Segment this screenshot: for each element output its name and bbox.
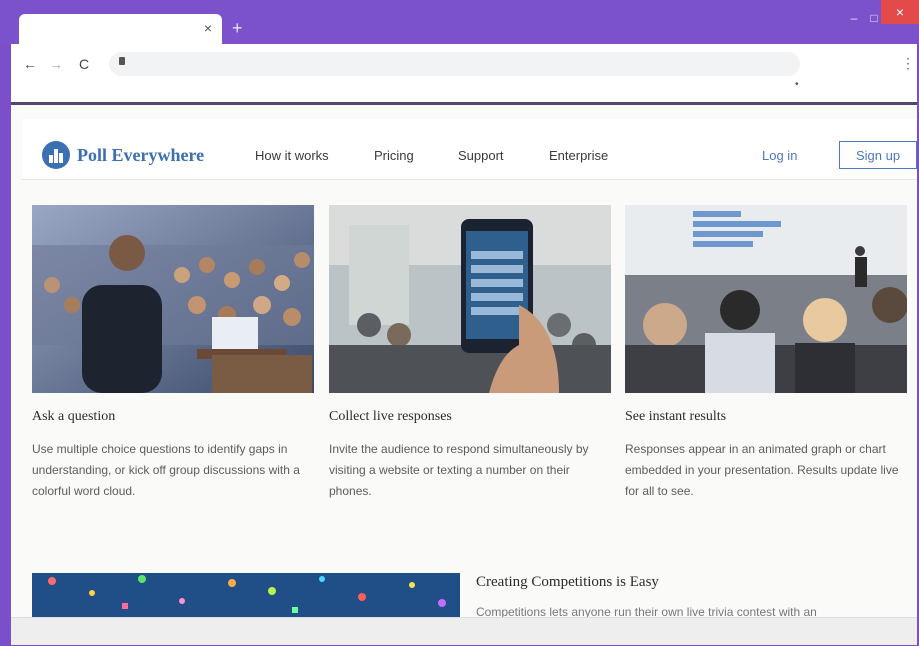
nav-how-it-works[interactable]: How it works <box>255 148 329 163</box>
card-title-ask: Ask a question <box>32 409 116 424</box>
close-window-button[interactable]: × <box>881 0 919 24</box>
browser-toolbar: ← → C ⋮ • <box>11 44 917 102</box>
competitions-image <box>32 573 460 617</box>
instant-results-image <box>625 205 907 393</box>
site-header: Poll Everywhere How it works Pricing Sup… <box>22 119 917 180</box>
window-border-left <box>0 44 11 646</box>
reload-icon[interactable]: C <box>75 55 93 73</box>
tab-close-icon[interactable]: × <box>204 20 212 36</box>
competitions-desc: Competitions lets anyone run their own l… <box>476 605 817 617</box>
card-title-results: See instant results <box>625 409 727 424</box>
browser-tab[interactable]: × <box>19 14 222 44</box>
nav-pricing[interactable]: Pricing <box>374 148 414 163</box>
minimize-button[interactable]: – <box>846 10 862 26</box>
card-title-collect: Collect live responses <box>329 409 452 424</box>
forward-icon[interactable]: → <box>47 55 65 73</box>
card-desc-results: Responses appear in an animated graph or… <box>625 442 899 498</box>
title-bar: × + – □ × <box>0 0 919 44</box>
competitions-title: Creating Competitions is Easy <box>476 574 659 590</box>
bookmark-indicator: • <box>795 79 799 90</box>
signup-button[interactable]: Sign up <box>839 141 917 169</box>
card-desc-collect: Invite the audience to respond simultane… <box>329 442 589 498</box>
logo-icon[interactable] <box>42 141 70 169</box>
card-desc-ask: Use multiple choice questions to identif… <box>32 442 300 498</box>
back-icon[interactable]: ← <box>21 55 39 73</box>
brand-logo[interactable]: Poll Everywhere <box>77 145 204 166</box>
maximize-button[interactable]: □ <box>866 10 882 26</box>
new-tab-button[interactable]: + <box>232 19 243 37</box>
nav-enterprise[interactable]: Enterprise <box>549 148 608 163</box>
status-bar <box>11 617 917 645</box>
kebab-menu-icon[interactable]: ⋮ <box>901 54 915 72</box>
ask-question-image <box>32 205 314 393</box>
login-link[interactable]: Log in <box>762 148 797 163</box>
nav-support[interactable]: Support <box>458 148 504 163</box>
address-bar[interactable] <box>109 52 800 76</box>
page-viewport: Poll Everywhere How it works Pricing Sup… <box>11 105 917 617</box>
collect-responses-image <box>329 205 611 393</box>
lock-icon <box>119 57 125 65</box>
